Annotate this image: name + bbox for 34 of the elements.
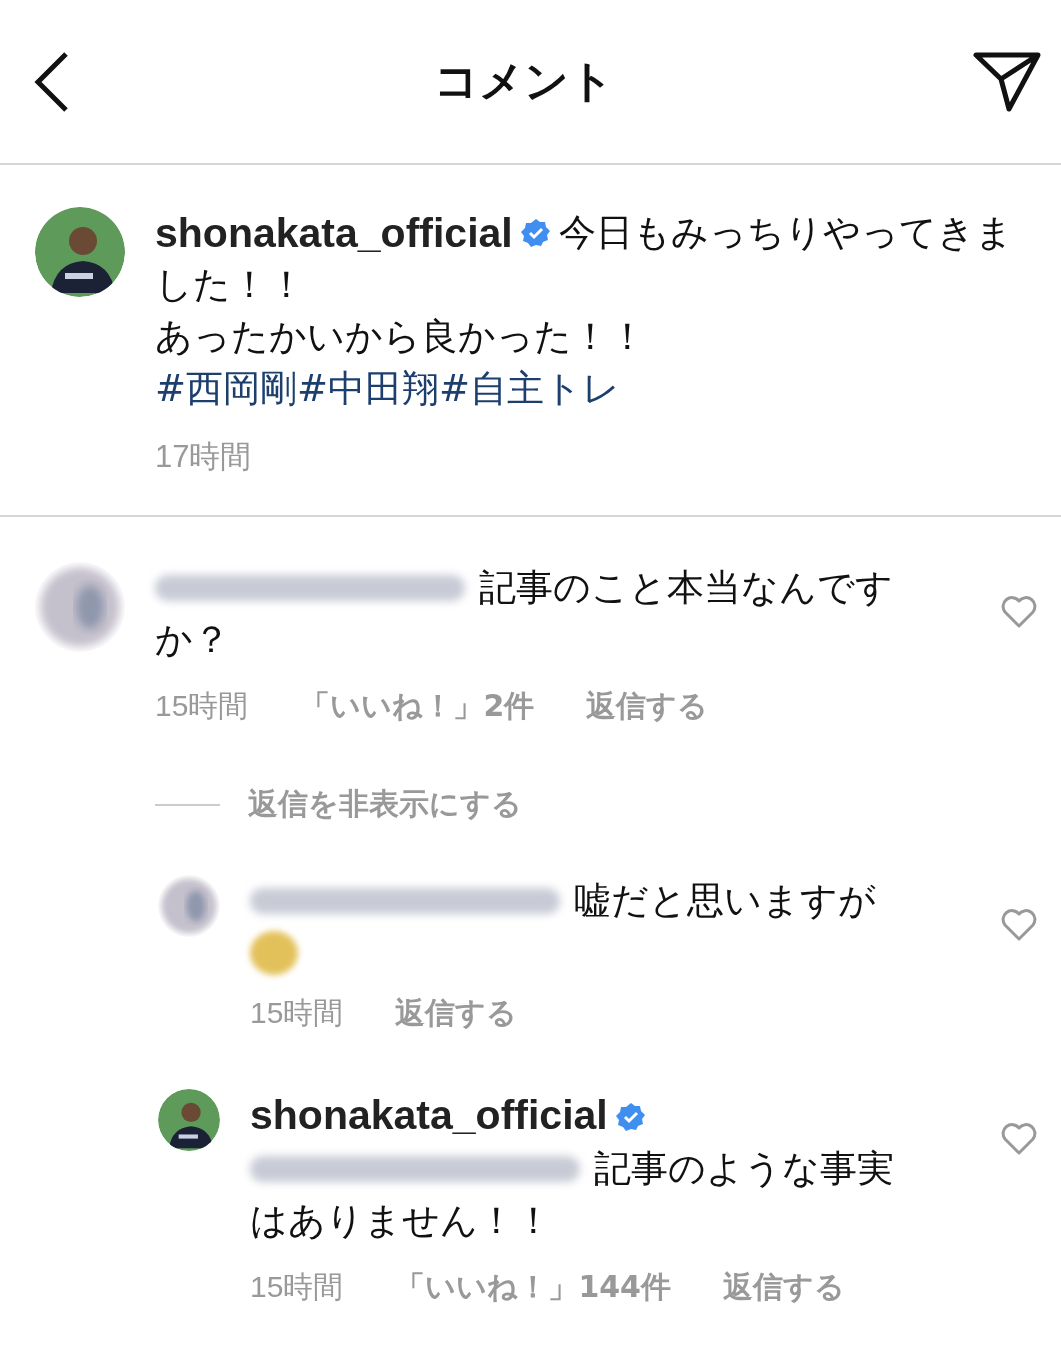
caption-text: あったかいから良かった！！ [155, 314, 647, 360]
heart-icon [1001, 1123, 1037, 1155]
like-button[interactable] [1001, 596, 1037, 628]
like-button[interactable] [1001, 909, 1037, 941]
likes-count-button[interactable]: 「いいね！」144件 [395, 1261, 671, 1313]
comment-text: 嘘だと思いますが [574, 878, 876, 924]
like-button[interactable] [1001, 1123, 1037, 1155]
comment-time: 15時間 [250, 1269, 344, 1305]
paper-plane-icon [973, 50, 1041, 113]
avatar[interactable] [158, 1089, 220, 1151]
caption-text: した！！ [155, 262, 306, 308]
comment-time: 15時間 [250, 995, 344, 1031]
reply-button[interactable]: 返信する [723, 1261, 845, 1313]
heart-icon [1001, 596, 1037, 628]
username-link[interactable]: shonakata_official [155, 207, 513, 259]
avatar[interactable] [35, 207, 125, 297]
comment-time: 15時間 [155, 688, 249, 724]
heart-icon [1001, 909, 1037, 941]
hashtag-link[interactable]: #中田翔 [297, 363, 440, 415]
likes-count-button[interactable]: 「いいね！」2件 [300, 680, 535, 732]
post-time: 17時間 [155, 438, 253, 476]
caption-text: 今日もみっちりやってきま [558, 210, 1013, 256]
hide-replies-button[interactable]: 返信を非表示にする [248, 784, 522, 825]
username-link[interactable]: shonakata_official [250, 1092, 608, 1138]
reply-button[interactable]: 返信する [586, 680, 709, 732]
hashtag-link[interactable]: #自主トレ [439, 363, 621, 415]
comment-text: 記事のような事実 [594, 1146, 894, 1192]
hashtag-link[interactable]: #西岡剛 [155, 363, 297, 415]
comment-text: か？ [155, 617, 231, 663]
reply-button[interactable]: 返信する [395, 987, 518, 1039]
share-button[interactable] [973, 50, 1041, 113]
page-title: コメント [433, 54, 614, 108]
comment-text: はありません！！ [250, 1198, 553, 1244]
comment-text: 記事のこと本当なんです [479, 565, 893, 611]
